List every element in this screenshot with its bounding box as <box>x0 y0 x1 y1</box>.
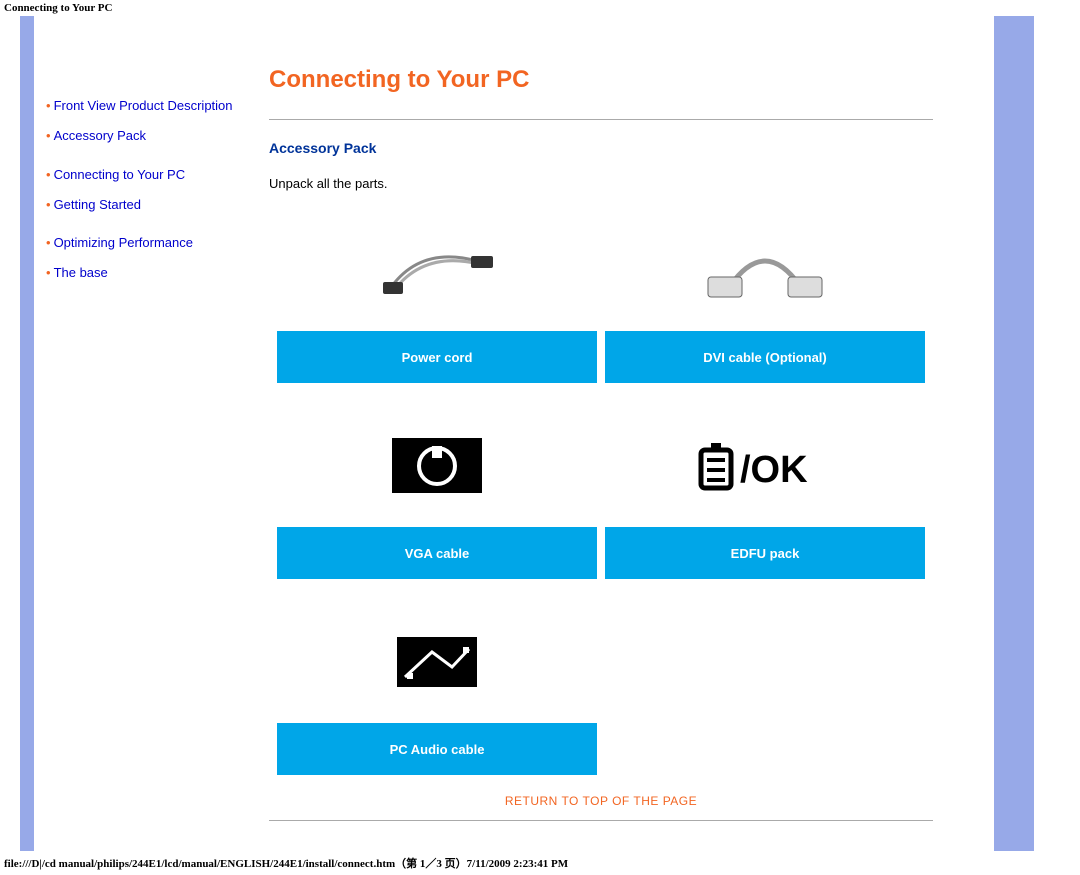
image-vga-cable <box>277 407 597 527</box>
accessory-table: Power cord DVI cable (Optional) <box>269 211 933 775</box>
bullet-icon: • <box>46 265 54 280</box>
intro-text: Unpack all the parts. <box>269 176 933 191</box>
vga-cable-icon <box>392 438 482 493</box>
label-dvi-cable: DVI cable (Optional) <box>605 331 925 383</box>
page-container: •Front View Product Description •Accesso… <box>20 16 1060 851</box>
bullet-icon: • <box>46 128 54 143</box>
sidebar-item-optimizing[interactable]: •Optimizing Performance <box>46 235 234 251</box>
label-power-cord: Power cord <box>277 331 597 383</box>
svg-text:/OK: /OK <box>740 449 808 491</box>
sidebar: •Front View Product Description •Accesso… <box>34 16 244 851</box>
divider <box>269 119 933 120</box>
pc-audio-cable-icon <box>397 637 477 687</box>
sidebar-link[interactable]: Connecting to Your PC <box>54 167 186 182</box>
bullet-icon: • <box>46 197 54 212</box>
power-cord-icon <box>377 236 497 306</box>
section-heading: Accessory Pack <box>269 140 933 156</box>
return-to-top[interactable]: RETURN TO TOP OF THE PAGE <box>269 793 933 808</box>
sidebar-link[interactable]: The base <box>54 265 108 280</box>
image-dvi-cable <box>605 211 925 331</box>
sidebar-item-getting-started[interactable]: •Getting Started <box>46 197 234 213</box>
empty-cell <box>605 603 925 723</box>
sidebar-link[interactable]: Getting Started <box>54 197 141 212</box>
label-vga-cable: VGA cable <box>277 527 597 579</box>
sidebar-item-front-view[interactable]: •Front View Product Description <box>46 98 234 114</box>
return-to-top-link[interactable]: RETURN TO TOP OF THE PAGE <box>505 794 697 808</box>
image-power-cord <box>277 211 597 331</box>
right-blue-bar <box>994 16 1034 851</box>
sidebar-item-connecting[interactable]: •Connecting to Your PC <box>46 167 234 183</box>
sidebar-link[interactable]: Optimizing Performance <box>54 235 193 250</box>
label-edfu-pack: EDFU pack <box>605 527 925 579</box>
label-pc-audio: PC Audio cable <box>277 723 597 775</box>
bullet-icon: • <box>46 98 54 113</box>
window-title: Connecting to Your PC <box>0 0 1080 16</box>
sidebar-link[interactable]: Accessory Pack <box>54 128 146 143</box>
left-blue-bar <box>20 16 34 851</box>
edfu-pack-icon: /OK <box>695 440 835 495</box>
dvi-cable-icon <box>700 231 830 311</box>
image-edfu-pack: /OK <box>605 407 925 527</box>
bullet-icon: • <box>46 235 54 250</box>
bullet-icon: • <box>46 167 54 182</box>
sidebar-link[interactable]: Front View Product Description <box>54 98 233 113</box>
empty-label-cell <box>605 723 925 775</box>
page-title: Connecting to Your PC <box>269 66 933 94</box>
sidebar-item-base[interactable]: •The base <box>46 265 234 281</box>
divider <box>269 820 933 821</box>
sidebar-item-accessory-pack[interactable]: •Accessory Pack <box>46 128 234 144</box>
right-margin <box>1034 16 1060 851</box>
footer-file-path: file:///D|/cd manual/philips/244E1/lcd/m… <box>0 851 1080 875</box>
right-gap <box>958 16 994 851</box>
main-content: Connecting to Your PC Accessory Pack Unp… <box>244 16 958 851</box>
image-pc-audio <box>277 603 597 723</box>
